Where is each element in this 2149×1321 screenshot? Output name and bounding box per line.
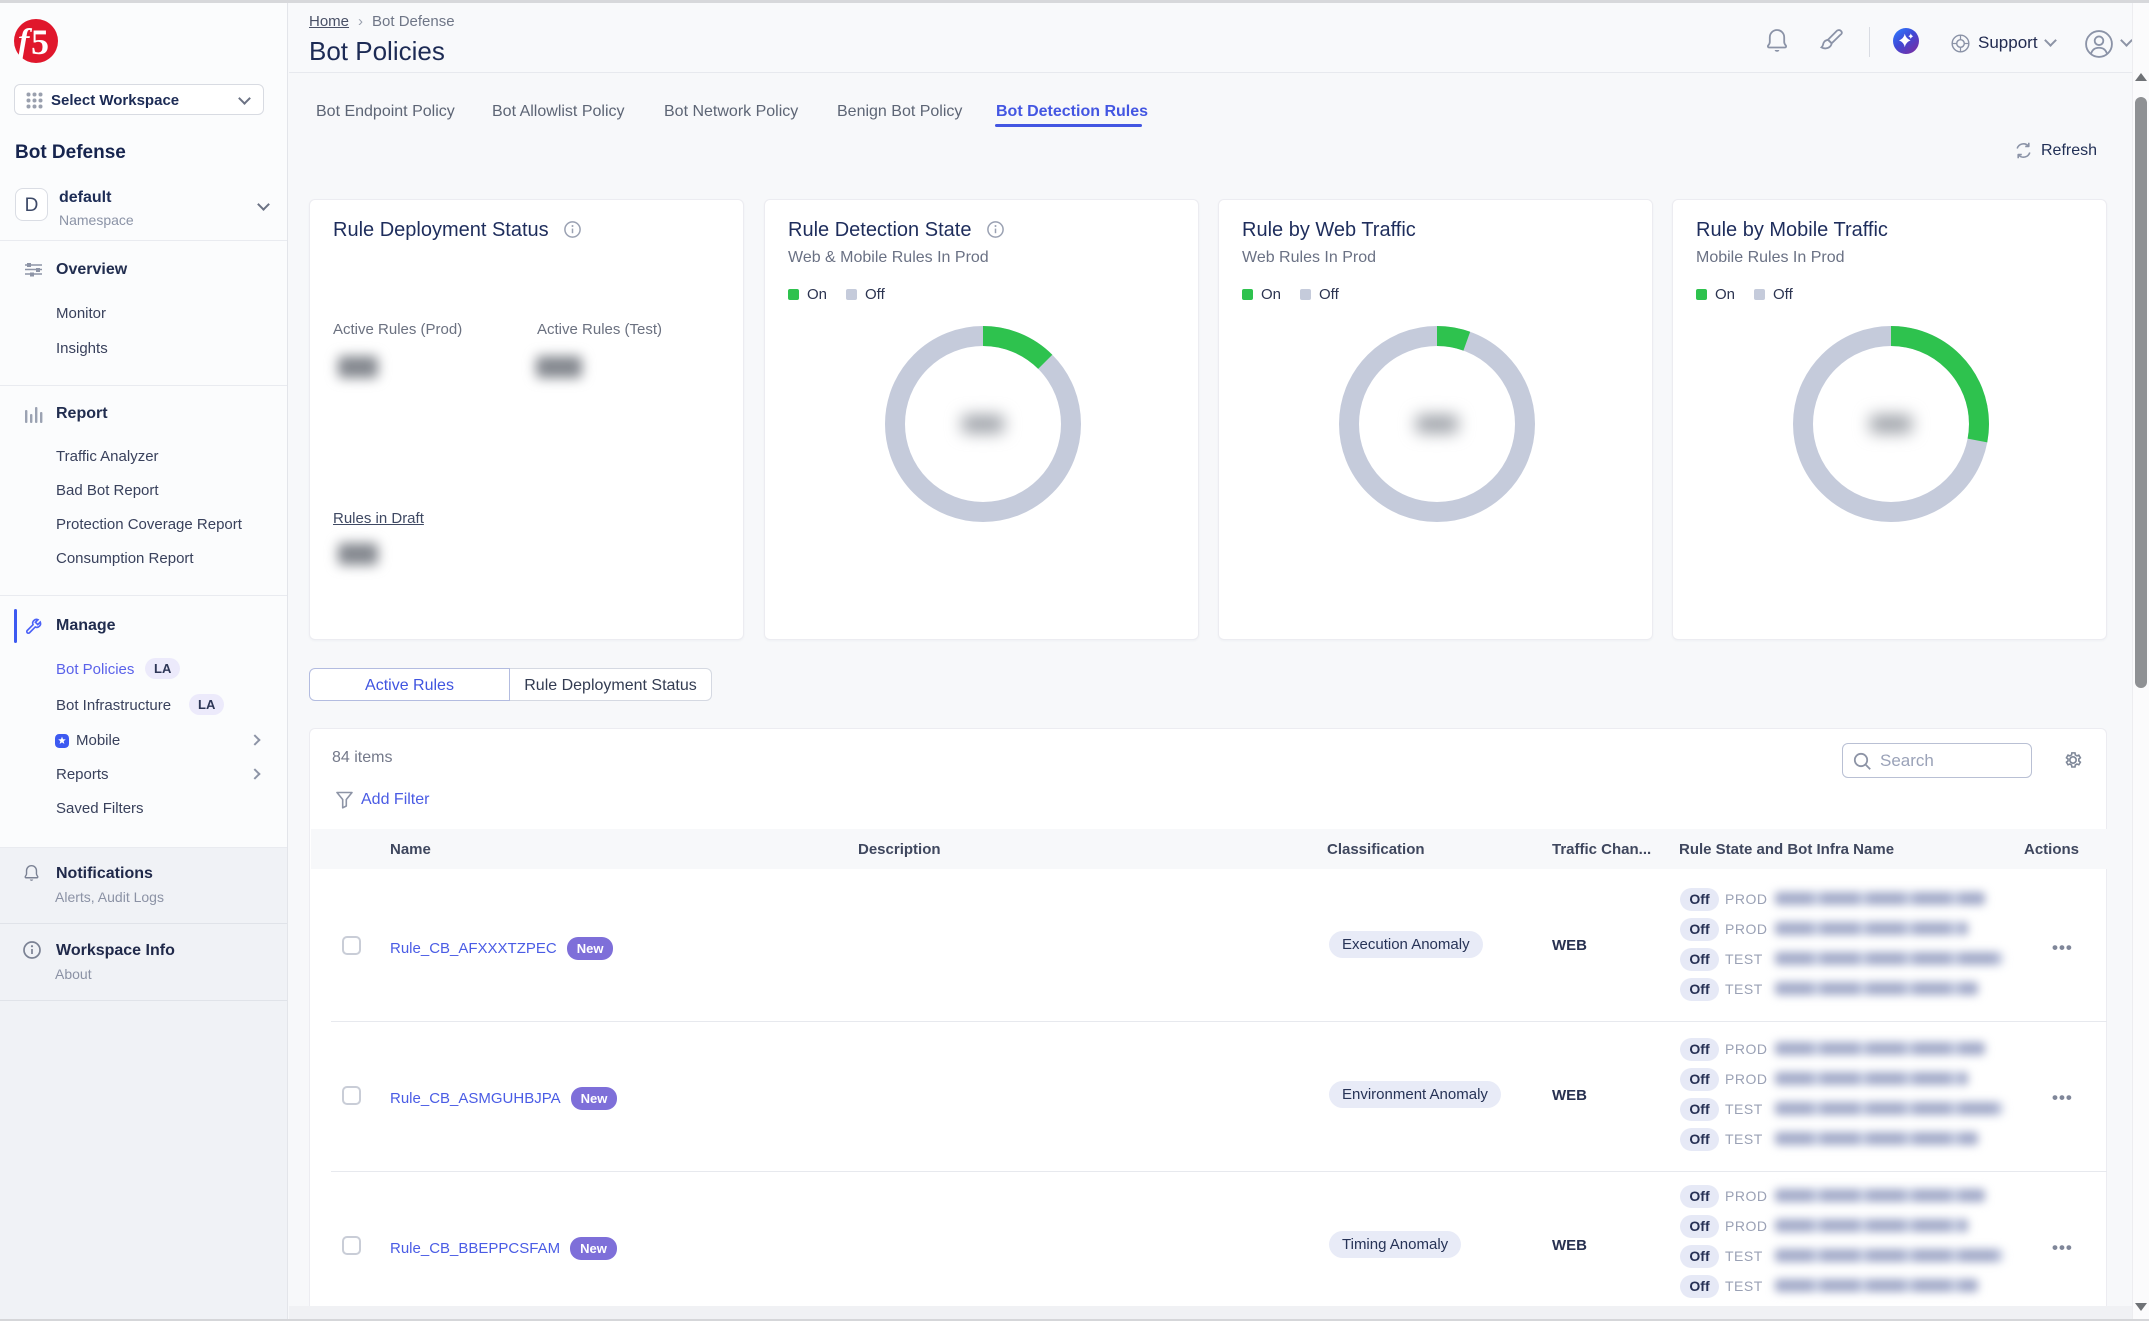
svg-text:5: 5 bbox=[31, 22, 49, 62]
